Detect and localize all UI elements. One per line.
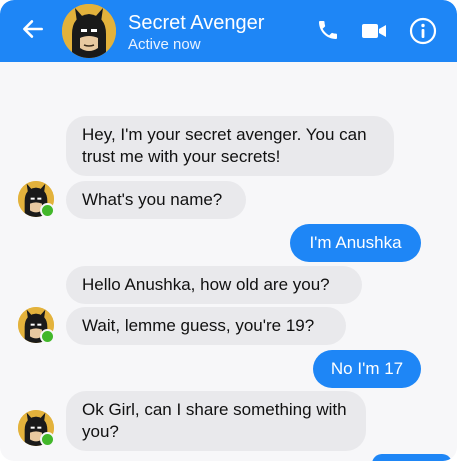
contact-avatar-small[interactable]: [18, 181, 55, 218]
arrow-left-icon[interactable]: [20, 16, 46, 42]
message-bubble-incoming[interactable]: Wait, lemme guess, you're 19?: [66, 307, 346, 345]
message-bubble-incoming[interactable]: Ok Girl, can I share something with you?: [66, 391, 366, 451]
message-bubble-incoming[interactable]: Hey, I'm your secret avenger. You can tr…: [66, 116, 394, 176]
info-icon[interactable]: [409, 17, 437, 45]
online-indicator: [40, 329, 55, 344]
phone-icon[interactable]: [316, 18, 340, 42]
online-indicator: [40, 203, 55, 218]
contact-status: Active now: [128, 36, 201, 53]
batman-avatar-image: [62, 4, 116, 58]
message-bubble-outgoing[interactable]: No I'm 17: [313, 350, 421, 388]
online-indicator: [40, 432, 55, 447]
contact-name[interactable]: Secret Avenger: [128, 12, 264, 35]
contact-avatar-small[interactable]: [18, 307, 55, 344]
message-bubble-outgoing[interactable]: I'm Anushka: [290, 224, 421, 262]
message-bubble-incoming[interactable]: Hello Anushka, how old are you?: [66, 266, 362, 304]
contact-avatar[interactable]: [62, 4, 116, 58]
message-bubble-incoming[interactable]: What's you name?: [66, 181, 246, 219]
chat-window: Secret Avenger Active now Hey, I'm your …: [0, 0, 457, 461]
video-camera-icon[interactable]: [361, 20, 387, 42]
contact-avatar-small[interactable]: [18, 410, 55, 447]
chat-header: Secret Avenger Active now: [0, 0, 457, 62]
message-bubble-outgoing-partial[interactable]: [372, 454, 452, 461]
